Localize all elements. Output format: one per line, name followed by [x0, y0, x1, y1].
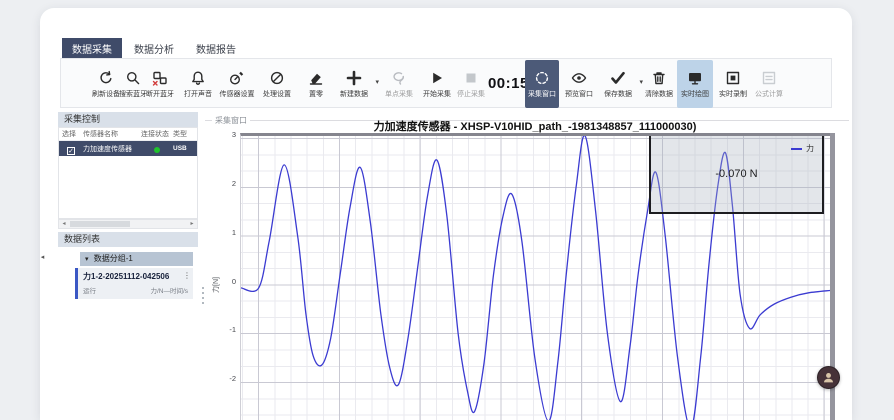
toolbar-item-label: 停止采集 — [457, 89, 485, 99]
toolbar-item-label: 置零 — [309, 89, 323, 99]
toolbar-sensor-settings-button[interactable]: 传感器设置 — [215, 62, 259, 106]
sensor-row[interactable]: ✓ 力加速度传感器 USB — [59, 141, 197, 156]
plus-icon — [346, 69, 362, 87]
data-group-row[interactable]: ▾ 数据分组-1 — [80, 252, 193, 266]
sensor-column-header: 选择 — [59, 128, 83, 140]
main-tab-bar: 数据采集数据分析数据报告 — [62, 38, 246, 60]
sensor-table: 选择传感器名称连接状态类型 ✓ 力加速度传感器 USB — [58, 127, 198, 219]
data-record-status: 运行 — [83, 285, 96, 295]
toolbar-item-label: 新建数据 — [340, 89, 368, 99]
record-frame-icon — [725, 69, 741, 87]
tab-data-analysis[interactable]: 数据分析 — [124, 38, 184, 60]
sensor-column-header: 连接状态 — [141, 128, 173, 140]
check-icon — [610, 69, 626, 87]
data-record-axes: 力/N—时间/s — [150, 285, 188, 295]
toolbar-item-label: 断开蓝牙 — [146, 89, 174, 99]
y-tick-label: -1 — [222, 325, 236, 334]
toolbar-item-label: 实时绘图 — [681, 89, 709, 99]
sidebar-splitter[interactable] — [200, 280, 206, 310]
desktop-background: 数据采集数据分析数据报告 00:15:54 刷新设备搜索蓝牙断开蓝牙打开声音传感… — [0, 0, 894, 420]
legend-label: 力 — [806, 143, 814, 154]
chart-title: 力加速度传感器 - XHSP-V10HID_path_-1981348857_1… — [240, 118, 830, 134]
sensor-gauge-icon — [229, 69, 245, 87]
bell-icon — [190, 69, 206, 87]
sensor-table-hscrollbar[interactable]: ◂ ▸ — [58, 219, 198, 229]
toolbar-start-collect-button[interactable]: 开始采集 — [419, 62, 455, 106]
toolbar-realtime-plot-button[interactable]: 实时绘图 — [677, 60, 713, 108]
toolbar-item-label: 传感器设置 — [220, 89, 255, 99]
toolbar-new-data-button[interactable]: 新建数据▾ — [333, 62, 375, 106]
toolbar-item-label: 预览窗口 — [565, 89, 593, 99]
app-window: 数据采集数据分析数据报告 00:15:54 刷新设备搜索蓝牙断开蓝牙打开声音传感… — [40, 8, 852, 420]
eye-icon — [571, 69, 587, 87]
toolbar-single-point-collect-button: 单点采集 — [379, 62, 419, 106]
waveform-plot[interactable]: -0.070 N 力 — [240, 133, 830, 420]
dashed-circle-icon — [534, 69, 550, 87]
sensor-name: 力加速度传感器 — [83, 144, 141, 154]
toolbar-process-settings-button[interactable]: 处理设置 — [257, 62, 297, 106]
monitor-pen-icon — [687, 69, 703, 87]
collect-control-header: 采集控制 — [58, 112, 198, 127]
toolbar-item-label: 公式计算 — [755, 89, 783, 99]
legend-swatch — [791, 148, 802, 150]
y-tick-label: 2 — [222, 179, 236, 188]
refresh-icon — [98, 69, 114, 87]
toolbar: 00:15:54 刷新设备搜索蓝牙断开蓝牙打开声音传感器设置处理设置置零新建数据… — [60, 58, 832, 108]
lasso-icon — [391, 69, 407, 87]
scroll-right-icon[interactable]: ▸ — [187, 220, 197, 228]
tree-caret-icon[interactable]: ▾ — [85, 256, 89, 263]
measurement-value: -0.070 N — [651, 168, 822, 180]
scroll-left-icon[interactable]: ◂ — [59, 220, 69, 228]
bluetooth-off-icon — [152, 69, 168, 87]
y-tick-label: -2 — [222, 374, 236, 383]
assistant-floating-button[interactable] — [817, 366, 840, 389]
person-icon — [822, 371, 835, 384]
y-tick-label: 0 — [222, 277, 236, 286]
toolbar-clear-data-button[interactable]: 清除数据 — [641, 62, 677, 106]
search-icon — [125, 69, 141, 87]
play-icon — [429, 69, 445, 87]
toolbar-item-label: 开始采集 — [423, 89, 451, 99]
toolbar-item-label: 单点采集 — [385, 89, 413, 99]
toolbar-item-label: 清除数据 — [645, 89, 673, 99]
trash-icon — [651, 69, 667, 87]
sensor-checkbox[interactable]: ✓ — [67, 147, 75, 155]
toolbar-item-label: 保存数据 — [604, 89, 632, 99]
toolbar-item-label: 处理设置 — [263, 89, 291, 99]
chart-legend: 力 — [791, 143, 814, 154]
status-dot-icon — [154, 147, 160, 153]
toolbar-item-label: 采集窗口 — [528, 89, 556, 99]
toolbar-set-zero-button[interactable]: 置零 — [301, 62, 331, 106]
data-group-label: 数据分组-1 — [94, 254, 133, 263]
sensor-type: USB — [173, 145, 197, 152]
hscrollbar-thumb[interactable] — [70, 221, 130, 227]
toolbar-collect-window-button[interactable]: 采集窗口 — [525, 60, 559, 108]
stop-icon — [463, 69, 479, 87]
data-record-title: 力1-2-20251112-042506 — [83, 271, 183, 282]
data-record-item[interactable]: 力1-2-20251112-042506 ⋮ 运行 力/N—时间/s — [75, 268, 193, 299]
y-tick-label: 1 — [222, 228, 236, 237]
toolbar-preview-window-button[interactable]: 预览窗口 — [561, 62, 597, 106]
tab-data-collect[interactable]: 数据采集 — [62, 38, 122, 60]
toolbar-open-sound-button[interactable]: 打开声音 — [180, 62, 216, 106]
y-axis-label: 力[N] — [211, 277, 221, 293]
toolbar-item-label: 实时录制 — [719, 89, 747, 99]
tab-data-report[interactable]: 数据报告 — [186, 38, 246, 60]
toolbar-stop-collect-button: 停止采集 — [453, 62, 489, 106]
more-vertical-icon[interactable]: ⋮ — [183, 271, 191, 280]
toolbar-disconnect-bluetooth-button[interactable]: 断开蓝牙 — [142, 62, 178, 106]
toolbar-item-label: 打开声音 — [184, 89, 212, 99]
eraser-icon — [308, 69, 324, 87]
compass-icon — [269, 69, 285, 87]
calc-frame-icon — [761, 69, 777, 87]
toolbar-realtime-record-button[interactable]: 实时录制 — [715, 62, 751, 106]
toolbar-formula-calc-button: 公式计算 — [751, 62, 787, 106]
sensor-column-header: 类型 — [173, 128, 197, 140]
data-list-header: 数据列表 — [58, 232, 198, 247]
sensor-column-header: 传感器名称 — [83, 128, 141, 140]
y-tick-label: 3 — [222, 130, 236, 139]
toolbar-save-data-button[interactable]: 保存数据▾ — [597, 62, 639, 106]
sidebar-collapse-icon[interactable]: ◂ — [38, 250, 47, 266]
